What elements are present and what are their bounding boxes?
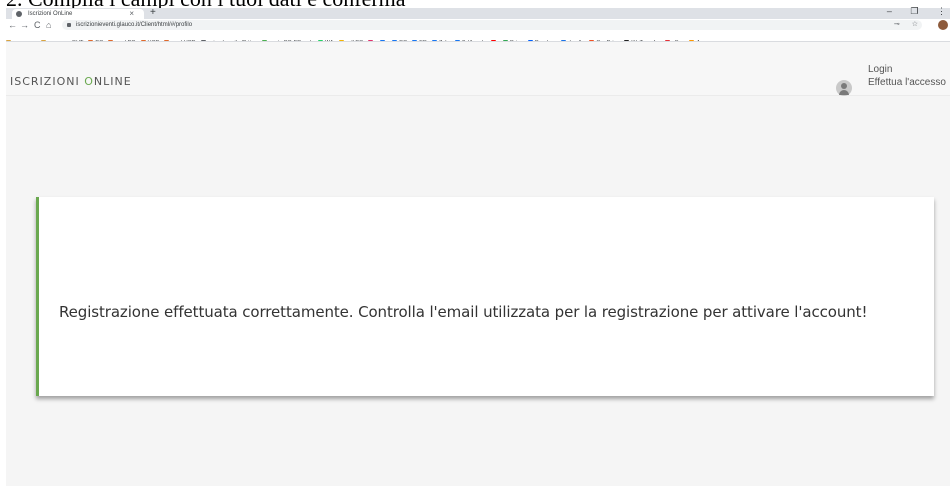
tab-title: Iscrizioni OnLine: [28, 11, 73, 17]
brand-logo[interactable]: ISCRIZIONI ONLINE: [10, 75, 132, 88]
key-icon[interactable]: ⊸: [894, 21, 900, 28]
browser-tabstrip: Iscrizioni OnLine × + – ❐ ⋮: [6, 6, 950, 19]
new-tab-button[interactable]: +: [150, 8, 156, 18]
lock-icon: [67, 23, 71, 27]
browser-tab[interactable]: Iscrizioni OnLine ×: [12, 9, 144, 19]
registration-success-card: Registrazione effettuata correttamente. …: [36, 197, 934, 396]
reload-icon[interactable]: C: [34, 19, 41, 31]
profile-avatar-icon[interactable]: [938, 20, 948, 30]
app-container: ISCRIZIONI ONLINE Login Effettua l'acces…: [6, 42, 950, 486]
url-text: iscrizionieventi.glauco.it/Client/html/#…: [76, 22, 193, 28]
address-bar-row: ← → C ⌂ iscrizionieventi.glauco.it/Clien…: [6, 19, 950, 31]
forward-arrow-icon[interactable]: →: [20, 19, 29, 31]
url-input[interactable]: iscrizionieventi.glauco.it/Client/html/#…: [62, 20, 922, 30]
brand-text-prefix: ISCRIZIONI: [10, 75, 85, 88]
user-avatar-icon[interactable]: [836, 80, 852, 96]
login-subtitle[interactable]: Effettua l'accesso: [868, 77, 946, 88]
menu-icon[interactable]: ⋮: [937, 6, 946, 16]
app-header: ISCRIZIONI ONLINE Login Effettua l'acces…: [6, 42, 950, 96]
success-message: Registrazione effettuata correttamente. …: [59, 303, 868, 321]
site-favicon-icon: [16, 11, 22, 17]
home-icon[interactable]: ⌂: [46, 19, 51, 31]
brand-text-accent: O: [84, 75, 94, 88]
back-arrow-icon[interactable]: ←: [8, 19, 17, 31]
restore-icon[interactable]: ❐: [910, 6, 918, 16]
omnibox-actions: ⊸ ☆: [884, 20, 918, 30]
window-controls: – ❐ ⋮: [871, 6, 946, 17]
bookmarks-bar: presenzapresenza OUTPGmod PGUCDmod UCDaz…: [6, 31, 950, 42]
login-link[interactable]: Login: [868, 64, 892, 75]
minimize-icon[interactable]: –: [887, 6, 892, 16]
close-icon[interactable]: ×: [129, 9, 134, 19]
brand-text-suffix: NLINE: [93, 75, 132, 88]
star-icon[interactable]: ☆: [912, 21, 918, 28]
